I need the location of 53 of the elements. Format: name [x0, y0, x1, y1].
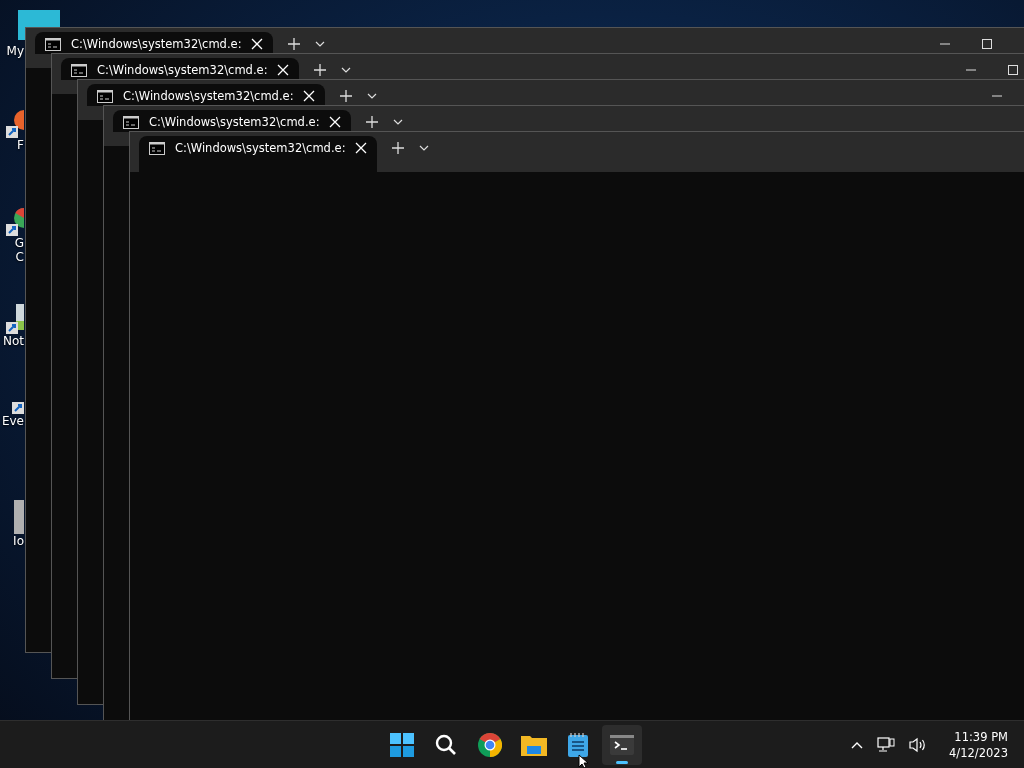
command-prompt-icon: [45, 38, 61, 51]
clock-date[interactable]: 4/12/2023: [949, 744, 1008, 761]
maximize-icon[interactable]: [1007, 64, 1019, 76]
desktop-icon-label: My: [6, 44, 24, 58]
desktop-icon-label: Eve: [1, 414, 24, 428]
close-icon[interactable]: [303, 90, 315, 102]
dropdown-caret-icon[interactable]: [419, 143, 429, 153]
terminal-icon[interactable]: [610, 735, 634, 755]
tab-title: C:\Windows\system32\cmd.e:: [123, 89, 293, 103]
new-tab-icon[interactable]: [365, 115, 379, 129]
dropdown-caret-icon[interactable]: [341, 65, 351, 75]
tab-title: C:\Windows\system32\cmd.e:: [71, 37, 241, 51]
browser-icon[interactable]: [478, 733, 502, 757]
command-prompt-icon: [149, 142, 165, 155]
close-icon[interactable]: [251, 38, 263, 50]
desktop-icon-label: Not: [2, 334, 24, 348]
dropdown-caret-icon[interactable]: [315, 39, 325, 49]
terminal-tab[interactable]: C:\Windows\system32\cmd.e:: [61, 58, 299, 80]
command-prompt-icon: [71, 64, 87, 77]
network-icon[interactable]: [877, 736, 896, 753]
desktop-icon-label: F: [17, 138, 24, 152]
shortcut-icon: [12, 402, 24, 414]
desktop-icon-label: C: [15, 250, 24, 264]
tab-title: C:\Windows\system32\cmd.e:: [175, 141, 345, 155]
clock-time[interactable]: 11:39 PM: [954, 728, 1008, 745]
close-icon[interactable]: [355, 142, 367, 154]
volume-icon[interactable]: [909, 736, 928, 753]
tab-title: C:\Windows\system32\cmd.e:: [149, 115, 319, 129]
chevron-up-icon[interactable]: [851, 740, 864, 749]
notepad-icon[interactable]: [568, 733, 588, 757]
desktop-icon-label: G: [14, 236, 24, 250]
new-tab-icon[interactable]: [391, 141, 405, 155]
tab-title: C:\Windows\system32\cmd.e:: [97, 63, 267, 77]
command-prompt-icon: [97, 90, 113, 103]
terminal-tab[interactable]: C:\Windows\system32\cmd.e:: [113, 110, 351, 132]
terminal-tab[interactable]: C:\Windows\system32\cmd.e:: [87, 84, 325, 106]
close-icon[interactable]: [277, 64, 289, 76]
new-tab-icon[interactable]: [339, 89, 353, 103]
new-tab-icon[interactable]: [287, 37, 301, 51]
terminal-tab[interactable]: C:\Windows\system32\cmd.e:: [35, 32, 273, 54]
mouse-cursor-icon: [578, 754, 589, 768]
dropdown-caret-icon[interactable]: [393, 117, 403, 127]
taskbar-button[interactable]: [602, 725, 642, 765]
desktop-icon-label: Io: [13, 534, 24, 548]
windows-start-icon[interactable]: [390, 733, 414, 757]
search-icon[interactable]: [435, 734, 457, 756]
terminal-tab[interactable]: C:\Windows\system32\cmd.e:: [139, 136, 377, 172]
command-prompt-icon: [123, 116, 139, 129]
maximize-icon[interactable]: [981, 38, 993, 50]
new-tab-icon[interactable]: [313, 63, 327, 77]
close-icon[interactable]: [329, 116, 341, 128]
dropdown-caret-icon[interactable]: [367, 91, 377, 101]
folder-icon[interactable]: [521, 734, 547, 756]
